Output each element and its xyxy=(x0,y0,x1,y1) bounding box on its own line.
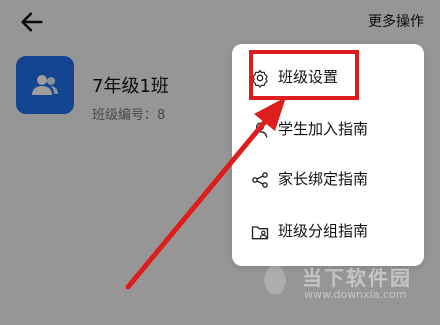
menu-item-label: 班级分组指南 xyxy=(278,222,369,240)
watermark-logo xyxy=(264,262,286,295)
menu-item-student-join-guide[interactable]: 学生加入指南 xyxy=(250,116,418,144)
watermark-text: 当下软件园 xyxy=(302,266,412,290)
menu-item-label: 家长绑定指南 xyxy=(278,170,369,188)
share-icon xyxy=(252,172,268,188)
folder-user-icon xyxy=(251,226,269,240)
highlight-box xyxy=(249,50,359,100)
watermark-url: www.downxia.com xyxy=(304,288,407,301)
menu-item-label: 学生加入指南 xyxy=(278,120,369,138)
user-icon xyxy=(252,122,268,138)
menu-item-parent-binding-guide[interactable]: 家长绑定指南 xyxy=(250,166,418,194)
menu-item-class-group-guide[interactable]: 班级分组指南 xyxy=(250,218,418,246)
